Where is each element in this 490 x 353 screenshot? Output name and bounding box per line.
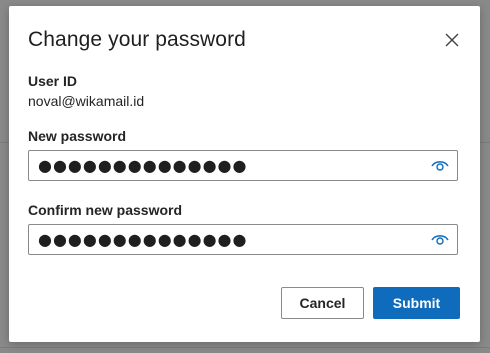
submit-button[interactable]: Submit: [373, 287, 460, 319]
confirm-password-label: Confirm new password: [28, 202, 183, 218]
close-icon[interactable]: [441, 29, 463, 51]
backdrop-line: [0, 347, 490, 348]
user-id-value: noval@wikamail.id: [28, 93, 145, 109]
eye-icon[interactable]: [431, 159, 449, 173]
eye-icon[interactable]: [431, 233, 449, 247]
change-password-dialog: Change your password User ID noval@wikam…: [9, 6, 480, 342]
cancel-button[interactable]: Cancel: [281, 287, 364, 319]
new-password-field[interactable]: ●●●●●●●●●●●●●●: [28, 150, 458, 181]
dialog-title: Change your password: [28, 28, 246, 51]
user-id-label: User ID: [28, 73, 78, 89]
confirm-password-value: ●●●●●●●●●●●●●●: [38, 230, 248, 249]
new-password-value: ●●●●●●●●●●●●●●: [38, 156, 248, 175]
confirm-password-field[interactable]: ●●●●●●●●●●●●●●: [28, 224, 458, 255]
new-password-label: New password: [28, 128, 127, 144]
